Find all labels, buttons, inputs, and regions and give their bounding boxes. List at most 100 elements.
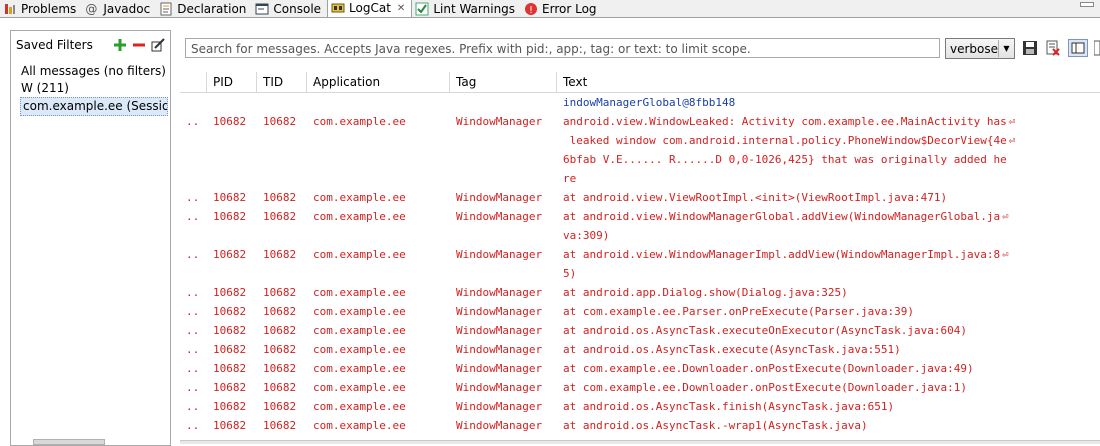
column-level[interactable] bbox=[180, 72, 207, 92]
filter-item-selected[interactable]: com.example.ee (Session Fil bbox=[20, 97, 168, 116]
tab-javadoc[interactable]: @ Javadoc bbox=[82, 0, 156, 17]
tag-cell: WindowManager bbox=[450, 397, 557, 416]
tab-label: Declaration bbox=[177, 1, 247, 16]
table-row[interactable]: .. 10682 10682 com.example.ee WindowManager a… bbox=[180, 283, 1100, 302]
add-filter-icon[interactable] bbox=[113, 38, 127, 52]
text-cell: android.view.WindowLeaked: Activity com.… bbox=[557, 112, 1100, 131]
column-application[interactable]: Application bbox=[307, 72, 450, 92]
tag-cell: WindowManager bbox=[450, 340, 557, 359]
level-cell-value: .. bbox=[186, 305, 200, 318]
line-wrap-icon: ⏎ bbox=[1008, 115, 1016, 128]
tag-cell: WindowManager bbox=[450, 321, 557, 340]
tag-cell: WindowManager bbox=[450, 302, 557, 321]
chevron-down-icon[interactable]: ▼ bbox=[998, 40, 1014, 57]
edit-filter-icon[interactable] bbox=[151, 38, 165, 52]
tab-declaration[interactable]: Declaration bbox=[156, 0, 252, 17]
minimize-button[interactable] bbox=[1080, 2, 1094, 7]
pid-cell: 10682 bbox=[207, 302, 257, 321]
table-row[interactable]: .. 10682 10682 com.example.ee WindowManager a… bbox=[180, 378, 1100, 397]
table-row[interactable]: .. 10682 10682 com.example.ee WindowManager a… bbox=[180, 416, 1100, 435]
table-row[interactable]: .. 10682 10682 com.example.ee WindowManager a… bbox=[180, 302, 1100, 321]
tid-cell-value: 10682 bbox=[263, 362, 297, 375]
column-tid[interactable]: TID bbox=[257, 72, 307, 92]
pid-cell: 10682 bbox=[207, 321, 257, 340]
tag-cell-value: WindowManager bbox=[456, 324, 543, 337]
tab-logcat[interactable]: LogCat ✕ bbox=[327, 0, 413, 17]
table-row[interactable]: va:309) bbox=[180, 226, 1100, 245]
tag-cell bbox=[450, 169, 557, 188]
pid-cell: 10682 bbox=[207, 112, 257, 131]
level-cell bbox=[180, 226, 207, 245]
text-cell-value: android.view.WindowLeaked: Activity com.… bbox=[563, 115, 1007, 128]
save-icon[interactable] bbox=[1022, 40, 1038, 56]
text-cell-value: at android.view.WindowManagerGlobal.addV… bbox=[563, 210, 1001, 223]
horizontal-scrollbar[interactable] bbox=[33, 439, 105, 445]
pid-cell bbox=[207, 131, 257, 150]
tab-problems[interactable]: Problems bbox=[0, 0, 82, 17]
table-row[interactable]: leaked window com.android.internal.polic… bbox=[180, 131, 1100, 150]
tag-cell bbox=[450, 93, 557, 112]
filters-list: All messages (no filters) (190 W (211) c… bbox=[11, 63, 170, 116]
column-text[interactable]: Text bbox=[557, 72, 1100, 92]
svg-text:!: ! bbox=[529, 5, 533, 16]
table-row[interactable]: 6bfab V.E...... R......D 0,0-1026,425} t… bbox=[180, 150, 1100, 169]
tag-cell-value: WindowManager bbox=[456, 400, 543, 413]
logcat-icon bbox=[331, 1, 345, 15]
application-cell bbox=[307, 264, 450, 283]
tag-cell-value: WindowManager bbox=[456, 248, 543, 261]
tag-cell bbox=[450, 150, 557, 169]
tid-cell bbox=[257, 150, 307, 169]
table-row[interactable]: .. 10682 10682 com.example.ee WindowManager a… bbox=[180, 112, 1100, 131]
application-cell: com.example.ee bbox=[307, 321, 450, 340]
search-input[interactable]: Search for messages. Accepts Java regexe… bbox=[185, 38, 940, 58]
text-cell: at android.app.Dialog.show(Dialog.java:3… bbox=[557, 283, 1100, 302]
text-cell: at com.example.ee.Parser.onPreExecute(Pa… bbox=[557, 302, 1100, 321]
filter-item[interactable]: W (211) bbox=[11, 80, 170, 97]
tab-console[interactable]: Console bbox=[252, 0, 327, 17]
table-row[interactable]: .. 10682 10682 com.example.ee WindowManager a… bbox=[180, 321, 1100, 340]
application-cell-value: com.example.ee bbox=[313, 115, 406, 128]
filter-item[interactable]: All messages (no filters) (190 bbox=[11, 63, 170, 80]
text-cell: leaked window com.android.internal.polic… bbox=[557, 131, 1100, 150]
level-cell-value: .. bbox=[186, 248, 200, 261]
table-row[interactable]: .. 10682 10682 com.example.ee WindowManager a… bbox=[180, 245, 1100, 264]
table-row[interactable]: .. 10682 10682 com.example.ee WindowManager a… bbox=[180, 397, 1100, 416]
table-row[interactable]: .. 10682 10682 com.example.ee WindowManager a… bbox=[180, 188, 1100, 207]
problems-icon bbox=[3, 2, 17, 16]
application-cell-value: com.example.ee bbox=[313, 400, 406, 413]
application-cell bbox=[307, 150, 450, 169]
tag-cell-value: WindowManager bbox=[456, 210, 543, 223]
text-cell-value: at android.os.AsyncTask.-wrap1(AsyncTask… bbox=[563, 419, 868, 432]
tab-lint-warnings[interactable]: Lint Warnings bbox=[412, 0, 521, 17]
scroll-lock-icon[interactable] bbox=[1093, 40, 1100, 56]
tab-error-log[interactable]: ! Error Log bbox=[521, 0, 603, 17]
application-cell-value: com.example.ee bbox=[313, 248, 406, 261]
text-cell: 6bfab V.E...... R......D 0,0-1026,425} t… bbox=[557, 150, 1100, 169]
table-row[interactable]: 5) bbox=[180, 264, 1100, 283]
line-wrap-icon: ⏎ bbox=[1008, 134, 1016, 147]
tid-cell-value: 10682 bbox=[263, 305, 297, 318]
table-row[interactable]: .. 10682 10682 com.example.ee WindowManager a… bbox=[180, 359, 1100, 378]
log-level-select[interactable]: verbose ▼ bbox=[945, 38, 1015, 59]
pid-cell: 10682 bbox=[207, 378, 257, 397]
column-pid[interactable]: PID bbox=[207, 72, 257, 92]
pid-cell-value: 10682 bbox=[213, 343, 247, 356]
level-cell: .. bbox=[180, 321, 207, 340]
toggle-filters-icon[interactable] bbox=[1068, 39, 1088, 57]
tid-cell-value: 10682 bbox=[263, 324, 297, 337]
table-row[interactable]: indowManagerGlobal@8fbb148 bbox=[180, 93, 1100, 112]
table-horizontal-scrollbar[interactable] bbox=[180, 440, 1100, 444]
clear-log-icon[interactable] bbox=[1045, 40, 1061, 56]
column-tag[interactable]: Tag bbox=[450, 72, 557, 92]
level-cell: .. bbox=[180, 378, 207, 397]
table-row[interactable]: re bbox=[180, 169, 1100, 188]
remove-filter-icon[interactable] bbox=[132, 38, 146, 52]
level-cell bbox=[180, 264, 207, 283]
tid-cell-value: 10682 bbox=[263, 115, 297, 128]
table-row[interactable]: .. 10682 10682 com.example.ee WindowManager a… bbox=[180, 207, 1100, 226]
table-row[interactable]: .. 10682 10682 com.example.ee WindowManager a… bbox=[180, 340, 1100, 359]
log-level-value: verbose bbox=[950, 41, 999, 56]
text-cell: at android.view.ViewRootImpl.<init>(View… bbox=[557, 188, 1100, 207]
tag-cell-value: WindowManager bbox=[456, 286, 543, 299]
close-icon[interactable]: ✕ bbox=[397, 3, 405, 14]
